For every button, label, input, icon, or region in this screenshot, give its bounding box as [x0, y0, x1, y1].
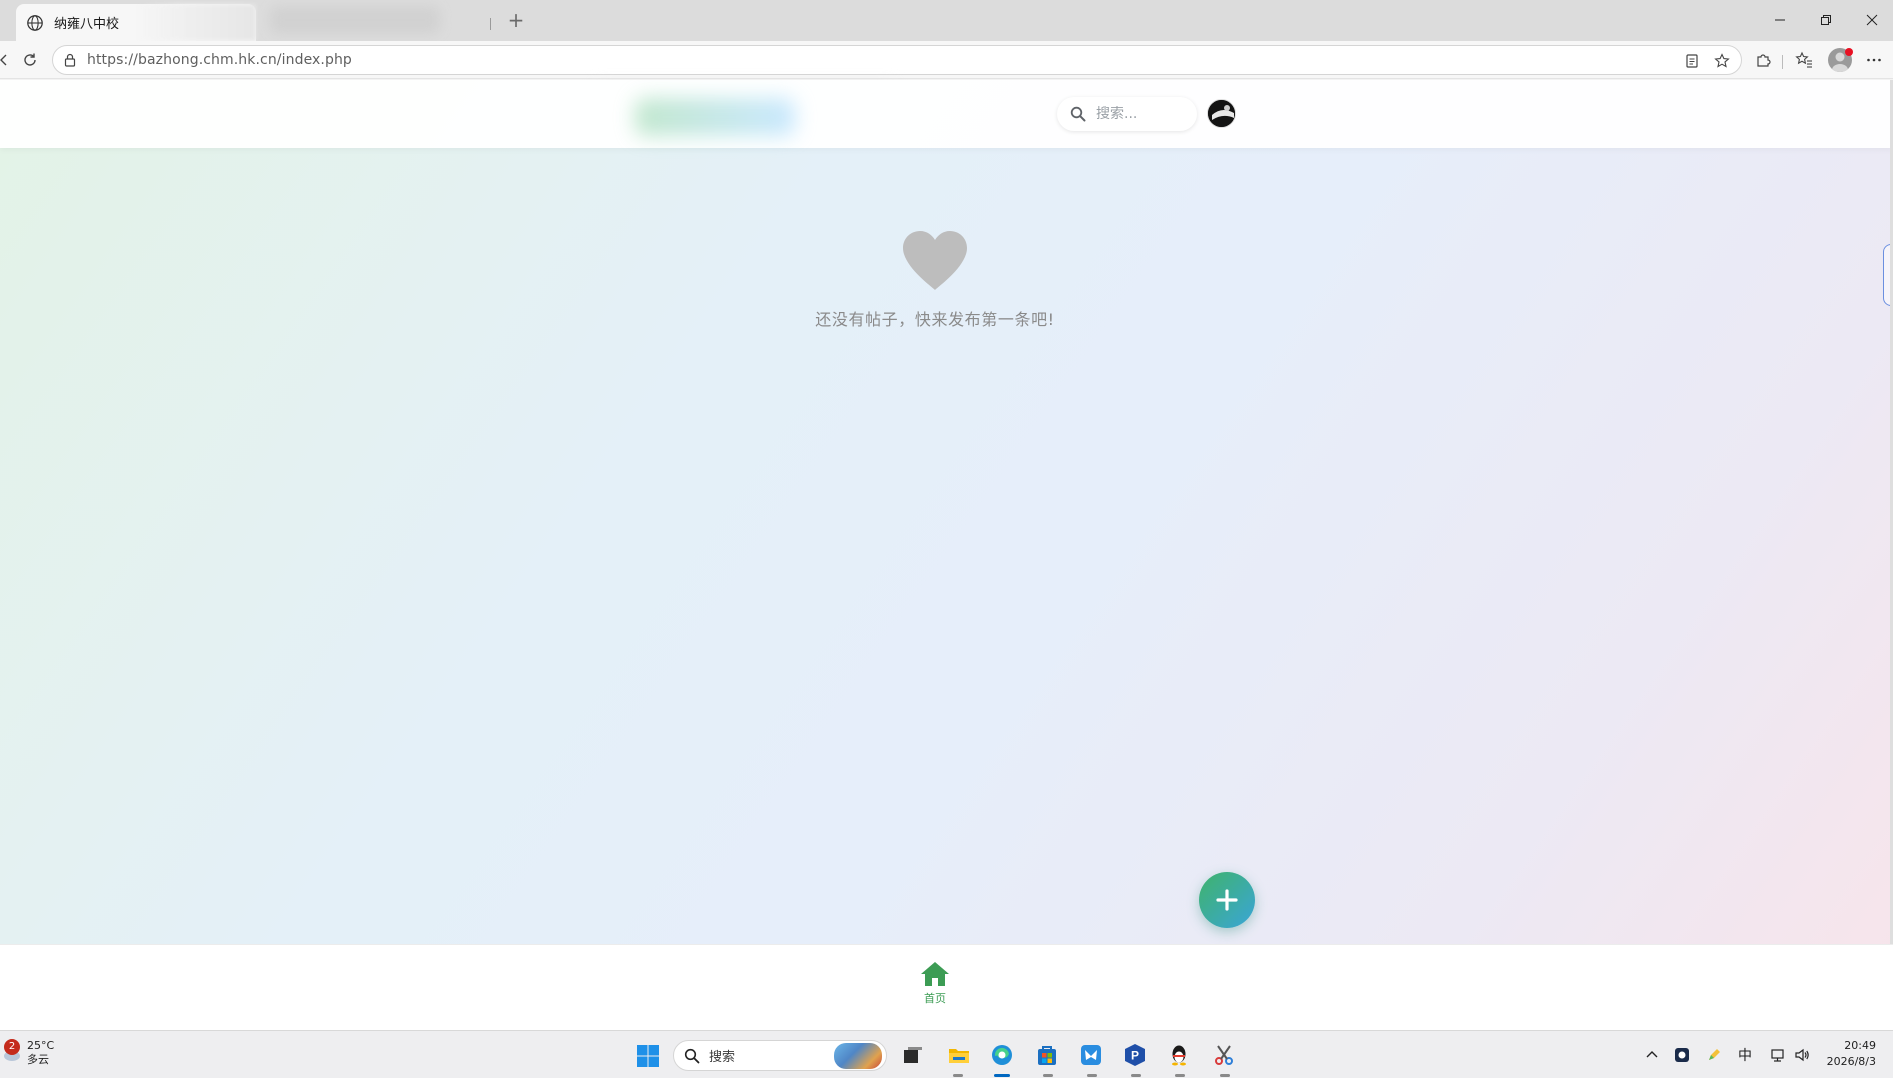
- minimize-button[interactable]: [1757, 0, 1803, 40]
- mail-app-button[interactable]: [1077, 1041, 1105, 1069]
- camera-tray-icon: [1675, 1048, 1689, 1062]
- more-dots-icon: [1867, 58, 1881, 62]
- refresh-button[interactable]: [20, 50, 40, 70]
- create-post-button[interactable]: [1199, 872, 1255, 928]
- blurred-tab[interactable]: [270, 6, 440, 34]
- windows-taskbar: 2 25°C 多云 搜索 P 中 20:49 2026/8/3: [0, 1030, 1893, 1078]
- svg-text:P: P: [1131, 1049, 1139, 1063]
- empty-state: 还没有帖子，快来发布第一条吧!: [0, 230, 1870, 330]
- volume-button[interactable]: [1793, 1045, 1811, 1065]
- tray-app-button[interactable]: [1673, 1045, 1691, 1065]
- star-icon: [1714, 53, 1730, 68]
- new-tab-button[interactable]: +: [505, 9, 527, 31]
- edge-browser-button[interactable]: [988, 1041, 1016, 1069]
- favorites-list-icon: [1795, 51, 1812, 68]
- chevron-up-icon: [1646, 1051, 1658, 1058]
- user-avatar[interactable]: [1207, 99, 1236, 128]
- browser-tab-active[interactable]: 纳雍八中校: [16, 4, 256, 41]
- p-app-icon: P: [1125, 1044, 1145, 1066]
- restore-button[interactable]: [1803, 0, 1849, 40]
- page-viewport: 还没有帖子，快来发布第一条吧! 首页: [0, 80, 1893, 1030]
- qq-app-button[interactable]: [1165, 1041, 1193, 1069]
- puzzle-icon: [1757, 54, 1771, 67]
- cloud-icon: 2: [2, 1039, 22, 1063]
- search-icon: [1070, 106, 1086, 122]
- windows-start-icon[interactable]: [636, 1044, 660, 1068]
- file-explorer-button[interactable]: [945, 1041, 973, 1069]
- store-bag-icon: [1038, 1046, 1056, 1065]
- microsoft-store-button[interactable]: [1033, 1041, 1061, 1069]
- extensions-button[interactable]: [1752, 49, 1774, 71]
- favorite-star-button[interactable]: [1713, 52, 1731, 70]
- reading-view-button[interactable]: [1683, 52, 1701, 70]
- clock-time: 20:49: [1844, 1039, 1876, 1052]
- reading-view-icon: [1686, 54, 1698, 68]
- browser-tab-strip: 纳雍八中校 +: [0, 0, 1893, 41]
- weather-temperature: 25°C: [27, 1039, 55, 1052]
- speaker-icon: [1795, 1048, 1809, 1062]
- browser-toolbar: https://bazhong.chm.hk.cn/index.php: [0, 41, 1893, 115]
- folder-icon: [949, 1049, 969, 1063]
- bird-mail-icon: [1081, 1045, 1101, 1065]
- bottom-nav-home-label: 首页: [924, 992, 946, 1005]
- site-search-box[interactable]: [1057, 97, 1197, 131]
- globe-icon: [27, 14, 43, 31]
- refresh-icon: [24, 53, 36, 66]
- weather-widget[interactable]: 2 25°C 多云: [2, 1039, 54, 1067]
- heart-icon: [903, 231, 967, 290]
- search-icon: [684, 1048, 700, 1063]
- show-hidden-icons-button[interactable]: [1643, 1045, 1661, 1065]
- tray-pen-button[interactable]: [1705, 1045, 1723, 1065]
- search-highlight-image: [834, 1043, 882, 1069]
- back-button[interactable]: [0, 50, 14, 70]
- bottom-navigation: 首页: [0, 944, 1893, 1030]
- site-logo[interactable]: [635, 98, 795, 136]
- weather-condition: 多云: [27, 1053, 49, 1066]
- taskbar-search[interactable]: 搜索: [673, 1040, 887, 1071]
- network-button[interactable]: [1769, 1045, 1787, 1065]
- minimize-icon: [1775, 19, 1785, 21]
- taskbar-clock[interactable]: 20:49 2026/8/3: [1816, 1038, 1876, 1070]
- lock-icon[interactable]: [63, 53, 77, 67]
- p-app-button[interactable]: P: [1121, 1041, 1149, 1069]
- settings-more-button[interactable]: [1863, 49, 1885, 71]
- taskbar-search-label: 搜索: [709, 1050, 736, 1065]
- empty-state-message: 还没有帖子，快来发布第一条吧!: [815, 310, 1055, 329]
- site-header: [0, 80, 1893, 148]
- restore-icon: [1821, 15, 1831, 25]
- clock-date: 2026/8/3: [1826, 1055, 1876, 1068]
- search-input[interactable]: [1096, 106, 1186, 122]
- back-arrow-icon: [0, 54, 7, 66]
- address-bar[interactable]: https://bazhong.chm.hk.cn/index.php: [52, 45, 1742, 75]
- close-window-button[interactable]: [1849, 0, 1893, 40]
- url-text: https://bazhong.chm.hk.cn/index.php: [87, 52, 352, 68]
- penguin-icon: [1172, 1045, 1186, 1066]
- profile-notification-dot: [1845, 48, 1853, 56]
- favorites-button[interactable]: [1793, 49, 1815, 71]
- home-icon: [921, 962, 949, 986]
- scissors-icon: [1215, 1045, 1233, 1065]
- input-method-indicator[interactable]: 中: [1738, 1045, 1752, 1065]
- network-icon: [1771, 1049, 1784, 1062]
- plus-icon: [1216, 889, 1238, 911]
- edge-icon: [992, 1045, 1012, 1065]
- task-view-button[interactable]: [899, 1041, 927, 1069]
- weather-badge: 2: [4, 1039, 20, 1055]
- pen-tray-icon: [1709, 1049, 1720, 1060]
- close-icon: [1866, 14, 1878, 26]
- avatar-image-icon: [1208, 100, 1235, 127]
- bottom-nav-home[interactable]: 首页: [908, 961, 962, 1006]
- snipping-tool-button[interactable]: [1210, 1041, 1238, 1069]
- task-view-icon: [904, 1047, 922, 1063]
